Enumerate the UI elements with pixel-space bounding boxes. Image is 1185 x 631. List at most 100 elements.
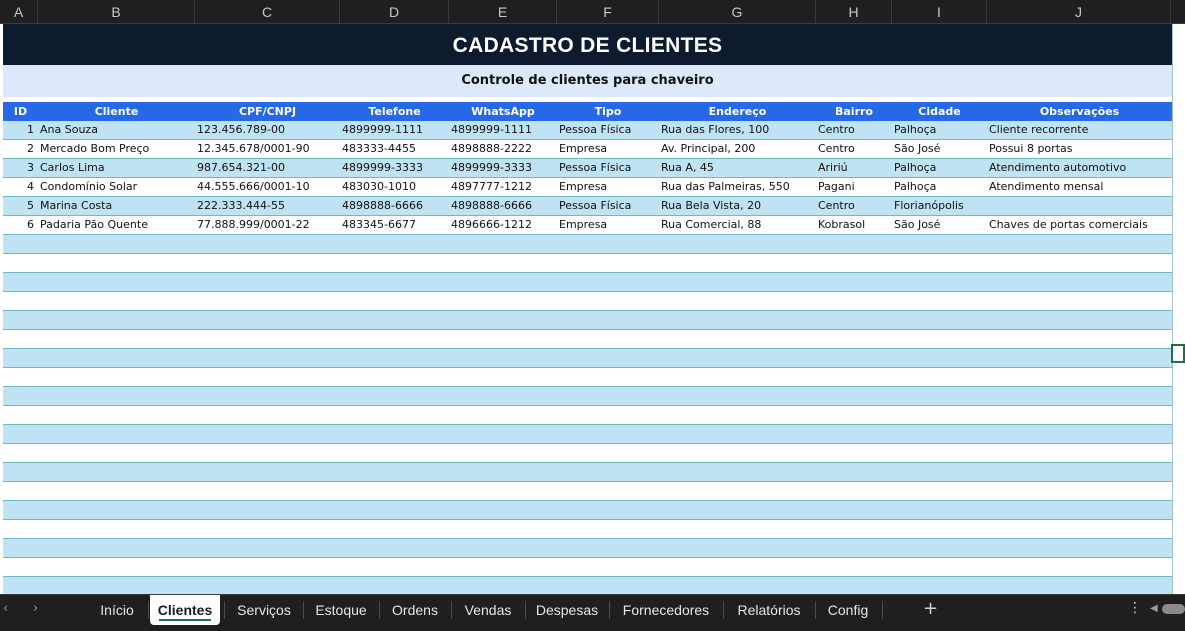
table-cell[interactable] <box>892 558 987 576</box>
table-cell[interactable]: Padaria Pão Quente <box>38 216 195 234</box>
column-header-i[interactable]: I <box>892 0 987 24</box>
table-cell[interactable]: 4898888-2222 <box>449 140 557 158</box>
column-header-j[interactable]: J <box>987 0 1171 24</box>
table-cell[interactable]: Rua A, 45 <box>659 159 816 177</box>
table-cell[interactable]: Palhoça <box>892 159 987 177</box>
table-cell[interactable] <box>557 577 659 594</box>
table-cell[interactable] <box>987 349 1172 367</box>
table-cell[interactable] <box>3 235 38 253</box>
table-cell[interactable] <box>892 577 987 594</box>
table-cell[interactable]: 4899999-3333 <box>449 159 557 177</box>
table-cell[interactable] <box>449 311 557 329</box>
table-row[interactable] <box>3 406 1172 425</box>
table-cell[interactable] <box>3 368 38 386</box>
table-cell[interactable]: Pessoa Física <box>557 197 659 215</box>
table-cell[interactable] <box>340 368 449 386</box>
more-vertical-icon[interactable]: ⋮ <box>1128 600 1142 616</box>
column-header-d[interactable]: D <box>340 0 449 24</box>
table-cell[interactable] <box>816 273 892 291</box>
chevron-left-icon[interactable]: ‹ <box>3 601 8 616</box>
table-cell[interactable] <box>987 501 1172 519</box>
header-cell[interactable]: Bairro <box>816 102 892 121</box>
table-row[interactable]: 6 Padaria Pão Quente 77.888.999/0001-22 483… <box>3 216 1172 235</box>
table-cell[interactable] <box>816 520 892 538</box>
sheet-tab-1[interactable]: Início <box>88 595 146 625</box>
header-cell[interactable]: Telefone <box>340 102 449 121</box>
table-row[interactable]: 5 Marina Costa 222.333.444-55 4898888-6666 4… <box>3 197 1172 216</box>
table-row[interactable] <box>3 273 1172 292</box>
table-cell[interactable] <box>449 539 557 557</box>
table-cell[interactable] <box>340 463 449 481</box>
table-cell[interactable] <box>892 273 987 291</box>
table-cell[interactable]: 6 <box>3 216 38 234</box>
table-cell[interactable] <box>659 444 816 462</box>
header-cell[interactable]: Endereço <box>659 102 816 121</box>
table-cell[interactable] <box>449 273 557 291</box>
table-row[interactable] <box>3 577 1172 594</box>
table-row[interactable] <box>3 463 1172 482</box>
table-cell[interactable] <box>659 482 816 500</box>
table-cell[interactable] <box>449 235 557 253</box>
table-cell[interactable] <box>3 482 38 500</box>
table-row[interactable] <box>3 349 1172 368</box>
chevron-right-icon[interactable]: › <box>33 601 38 616</box>
table-cell[interactable] <box>892 349 987 367</box>
table-row[interactable] <box>3 292 1172 311</box>
table-cell[interactable] <box>449 349 557 367</box>
table-cell[interactable] <box>816 463 892 481</box>
table-cell[interactable] <box>816 444 892 462</box>
table-cell[interactable] <box>892 520 987 538</box>
table-cell[interactable]: Empresa <box>557 216 659 234</box>
table-cell[interactable]: Rua das Flores, 100 <box>659 121 816 139</box>
table-cell[interactable]: Pagani <box>816 178 892 196</box>
table-cell[interactable] <box>38 273 195 291</box>
table-cell[interactable] <box>340 577 449 594</box>
table-cell[interactable] <box>557 387 659 405</box>
table-cell[interactable]: 1 <box>3 121 38 139</box>
table-cell[interactable] <box>659 368 816 386</box>
table-cell[interactable] <box>340 330 449 348</box>
table-cell[interactable] <box>38 577 195 594</box>
header-cell[interactable]: ID <box>3 102 38 121</box>
table-cell[interactable] <box>659 501 816 519</box>
table-cell[interactable] <box>3 501 38 519</box>
table-cell[interactable] <box>3 406 38 424</box>
table-cell[interactable] <box>659 387 816 405</box>
table-cell[interactable] <box>557 330 659 348</box>
table-row[interactable]: 2 Mercado Bom Preço 12.345.678/0001-90 4833… <box>3 140 1172 159</box>
table-cell[interactable] <box>195 539 340 557</box>
column-header-a[interactable]: A <box>0 0 38 24</box>
table-cell[interactable] <box>892 482 987 500</box>
table-cell[interactable] <box>3 520 38 538</box>
table-cell[interactable] <box>557 311 659 329</box>
table-cell[interactable] <box>340 254 449 272</box>
column-header-b[interactable]: B <box>38 0 195 24</box>
table-cell[interactable] <box>340 292 449 310</box>
table-cell[interactable] <box>892 501 987 519</box>
table-cell[interactable]: Pessoa Física <box>557 121 659 139</box>
plus-icon[interactable]: + <box>923 598 938 619</box>
table-cell[interactable] <box>38 425 195 443</box>
table-cell[interactable] <box>987 520 1172 538</box>
table-cell[interactable] <box>816 330 892 348</box>
table-cell[interactable] <box>892 539 987 557</box>
table-cell[interactable] <box>557 501 659 519</box>
table-cell[interactable]: 12.345.678/0001-90 <box>195 140 340 158</box>
table-cell[interactable] <box>340 235 449 253</box>
table-cell[interactable]: Empresa <box>557 178 659 196</box>
sheet-tab-3[interactable]: Serviços <box>226 595 302 625</box>
table-cell[interactable] <box>987 463 1172 481</box>
table-cell[interactable] <box>659 577 816 594</box>
table-cell[interactable]: 4899999-1111 <box>449 121 557 139</box>
table-cell[interactable] <box>38 520 195 538</box>
table-cell[interactable] <box>659 539 816 557</box>
table-cell[interactable] <box>340 349 449 367</box>
table-cell[interactable] <box>816 349 892 367</box>
table-cell[interactable] <box>816 577 892 594</box>
sheet-grid[interactable]: CADASTRO DE CLIENTES Controle de cliente… <box>0 24 1185 594</box>
table-cell[interactable] <box>557 368 659 386</box>
table-cell[interactable]: 4899999-1111 <box>340 121 449 139</box>
table-cell[interactable] <box>449 520 557 538</box>
table-cell[interactable] <box>38 254 195 272</box>
table-cell[interactable] <box>38 349 195 367</box>
